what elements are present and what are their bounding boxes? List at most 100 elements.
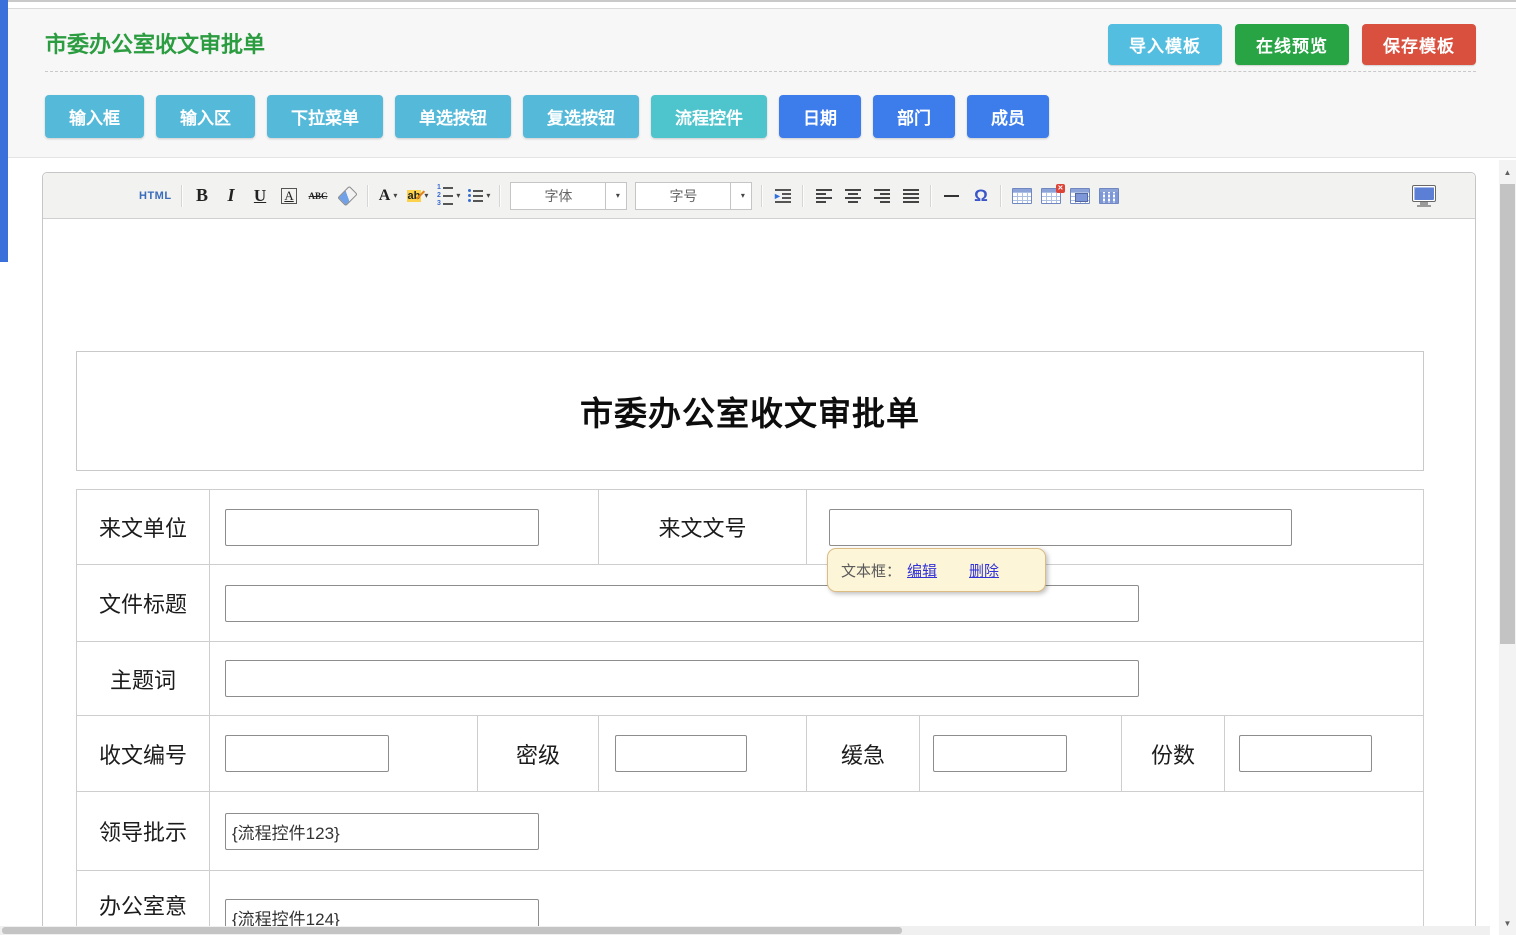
font-color-icon: A — [379, 187, 391, 205]
import-template-button[interactable]: 导入模板 — [1108, 24, 1222, 65]
insert-radio-button[interactable]: 单选按钮 — [395, 95, 511, 138]
form-table: 来文单位 来文文号 文件标题 主题词 — [76, 489, 1424, 934]
insert-checkbox-button[interactable]: 复选按钮 — [523, 95, 639, 138]
vertical-scrollbar[interactable]: ▲ ▼ — [1499, 160, 1516, 935]
horizontal-rule-button[interactable] — [938, 182, 965, 210]
toolbar-separator — [1000, 185, 1002, 207]
keywords-input[interactable] — [225, 660, 1139, 697]
left-edge-strip — [0, 0, 8, 262]
horizontal-scrollbar[interactable] — [0, 926, 1490, 935]
field-label-leader-remarks: 领导批示 — [77, 792, 210, 870]
page-title: 市委办公室收文审批单 — [45, 27, 265, 59]
fullscreen-button[interactable] — [1409, 182, 1439, 210]
action-buttons: 导入模板在线预览保存模板 — [1108, 24, 1476, 65]
delete-table-button[interactable] — [1037, 182, 1064, 210]
font-size-select[interactable]: 字号 ▾ — [635, 182, 752, 210]
save-template-button[interactable]: 保存模板 — [1362, 24, 1476, 65]
table-properties-icon — [1099, 188, 1119, 204]
align-left-button[interactable] — [810, 182, 837, 210]
table-row: 来文单位 来文文号 — [77, 490, 1423, 565]
insert-date-button[interactable]: 日期 — [779, 95, 861, 138]
insert-dropdown-button[interactable]: 下拉菜单 — [267, 95, 383, 138]
table-icon — [1012, 188, 1032, 204]
incoming-unit-input[interactable] — [225, 509, 539, 546]
copies-input[interactable] — [1239, 735, 1372, 772]
unordered-list-button[interactable]: ▾ — [465, 182, 493, 210]
secrecy-level-input[interactable] — [615, 735, 747, 772]
chevron-down-icon: ▾ — [424, 191, 428, 200]
char-border-button[interactable]: A — [276, 182, 303, 210]
chevron-down-icon: ▾ — [456, 191, 460, 200]
align-center-icon — [845, 189, 861, 203]
table-row: 文件标题 — [77, 565, 1423, 642]
font-color-button[interactable]: A▾ — [375, 182, 402, 210]
field-label-receipt-number: 收文编号 — [77, 716, 210, 791]
align-center-button[interactable] — [839, 182, 866, 210]
scroll-down-arrow[interactable]: ▼ — [1499, 913, 1516, 933]
control-tooltip: 文本框： 编辑 删除 — [827, 548, 1046, 592]
italic-button[interactable]: I — [218, 182, 245, 210]
online-preview-button[interactable]: 在线预览 — [1235, 24, 1349, 65]
indent-button[interactable]: ► — [769, 182, 796, 210]
horizontal-scrollbar-thumb[interactable] — [2, 927, 902, 934]
ordered-list-icon: 1 2 3 — [436, 185, 453, 207]
ordered-list-button[interactable]: 1 2 3 ▾ — [433, 182, 463, 210]
insert-flowcontrol-button[interactable]: 流程控件 — [651, 95, 767, 138]
receipt-number-input[interactable] — [225, 735, 389, 772]
form-title-box: 市委办公室收文审批单 — [76, 351, 1424, 471]
page: 市委办公室收文审批单 导入模板在线预览保存模板 输入框输入区下拉菜单单选按钮复选… — [0, 0, 1516, 935]
edit-link[interactable]: 编辑 — [907, 560, 937, 581]
insert-table-button[interactable] — [1008, 182, 1035, 210]
table-row: 收文编号 密级 缓急 份数 — [77, 716, 1423, 792]
table-cell — [599, 716, 807, 791]
tooltip-label: 文本框： — [841, 560, 901, 581]
table-cell — [1225, 716, 1423, 791]
table-properties-button[interactable] — [1095, 182, 1122, 210]
form-title: 市委办公室收文审批单 — [580, 387, 920, 435]
table-row: 主题词 — [77, 642, 1423, 716]
rich-text-editor: HTML B I U A ABC A▾ ab▾ 1 2 3 ▾ — [42, 172, 1476, 935]
insert-department-button[interactable]: 部门 — [873, 95, 955, 138]
font-family-select[interactable]: 字体 ▾ — [510, 182, 627, 210]
font-family-value: 字体 — [511, 183, 605, 209]
table-row: 领导批示 — [77, 792, 1423, 871]
html-source-button[interactable]: HTML — [136, 182, 175, 210]
align-left-icon — [816, 189, 832, 203]
editor-content-area[interactable]: 市委办公室收文审批单 来文单位 来文文号 文件标题 — [43, 219, 1475, 934]
document-number-input[interactable] — [829, 509, 1292, 546]
table-cell-icon — [1070, 188, 1090, 204]
urgency-input[interactable] — [933, 735, 1067, 772]
justify-icon — [903, 189, 919, 203]
strikethrough-button[interactable]: ABC — [305, 182, 332, 210]
special-character-button[interactable]: Ω — [967, 182, 994, 210]
table-cell — [210, 716, 478, 791]
field-label-office-opinion: 办公室意 — [77, 871, 210, 934]
insert-member-button[interactable]: 成员 — [967, 95, 1049, 138]
field-label-urgency: 缓急 — [807, 716, 920, 791]
component-buttons: 输入框输入区下拉菜单单选按钮复选按钮流程控件日期部门成员 — [45, 95, 1049, 138]
remove-format-button[interactable] — [334, 182, 361, 210]
insert-textarea-button[interactable]: 输入区 — [156, 95, 255, 138]
chevron-down-icon: ▾ — [393, 191, 397, 200]
chevron-down-icon: ▾ — [486, 191, 490, 200]
table-cell — [210, 565, 1423, 641]
insert-inputbox-button[interactable]: 输入框 — [45, 95, 144, 138]
leader-remarks-input[interactable] — [225, 813, 539, 850]
chevron-down-icon: ▾ — [730, 183, 751, 209]
delete-link[interactable]: 删除 — [969, 560, 999, 581]
scrollbar-thumb[interactable] — [1500, 184, 1515, 644]
justify-button[interactable] — [897, 182, 924, 210]
align-right-button[interactable] — [868, 182, 895, 210]
highlight-button[interactable]: ab▾ — [404, 182, 432, 210]
table-cell — [210, 490, 599, 564]
unordered-list-icon — [468, 189, 483, 202]
toolbar-separator — [802, 185, 804, 207]
eraser-icon — [337, 185, 358, 206]
scroll-up-arrow[interactable]: ▲ — [1499, 162, 1516, 182]
field-label-copies: 份数 — [1122, 716, 1225, 791]
cell-properties-button[interactable] — [1066, 182, 1093, 210]
field-label-secrecy-level: 密级 — [478, 716, 599, 791]
underline-button[interactable]: U — [247, 182, 274, 210]
bold-button[interactable]: B — [189, 182, 216, 210]
highlight-icon: ab — [407, 190, 422, 202]
